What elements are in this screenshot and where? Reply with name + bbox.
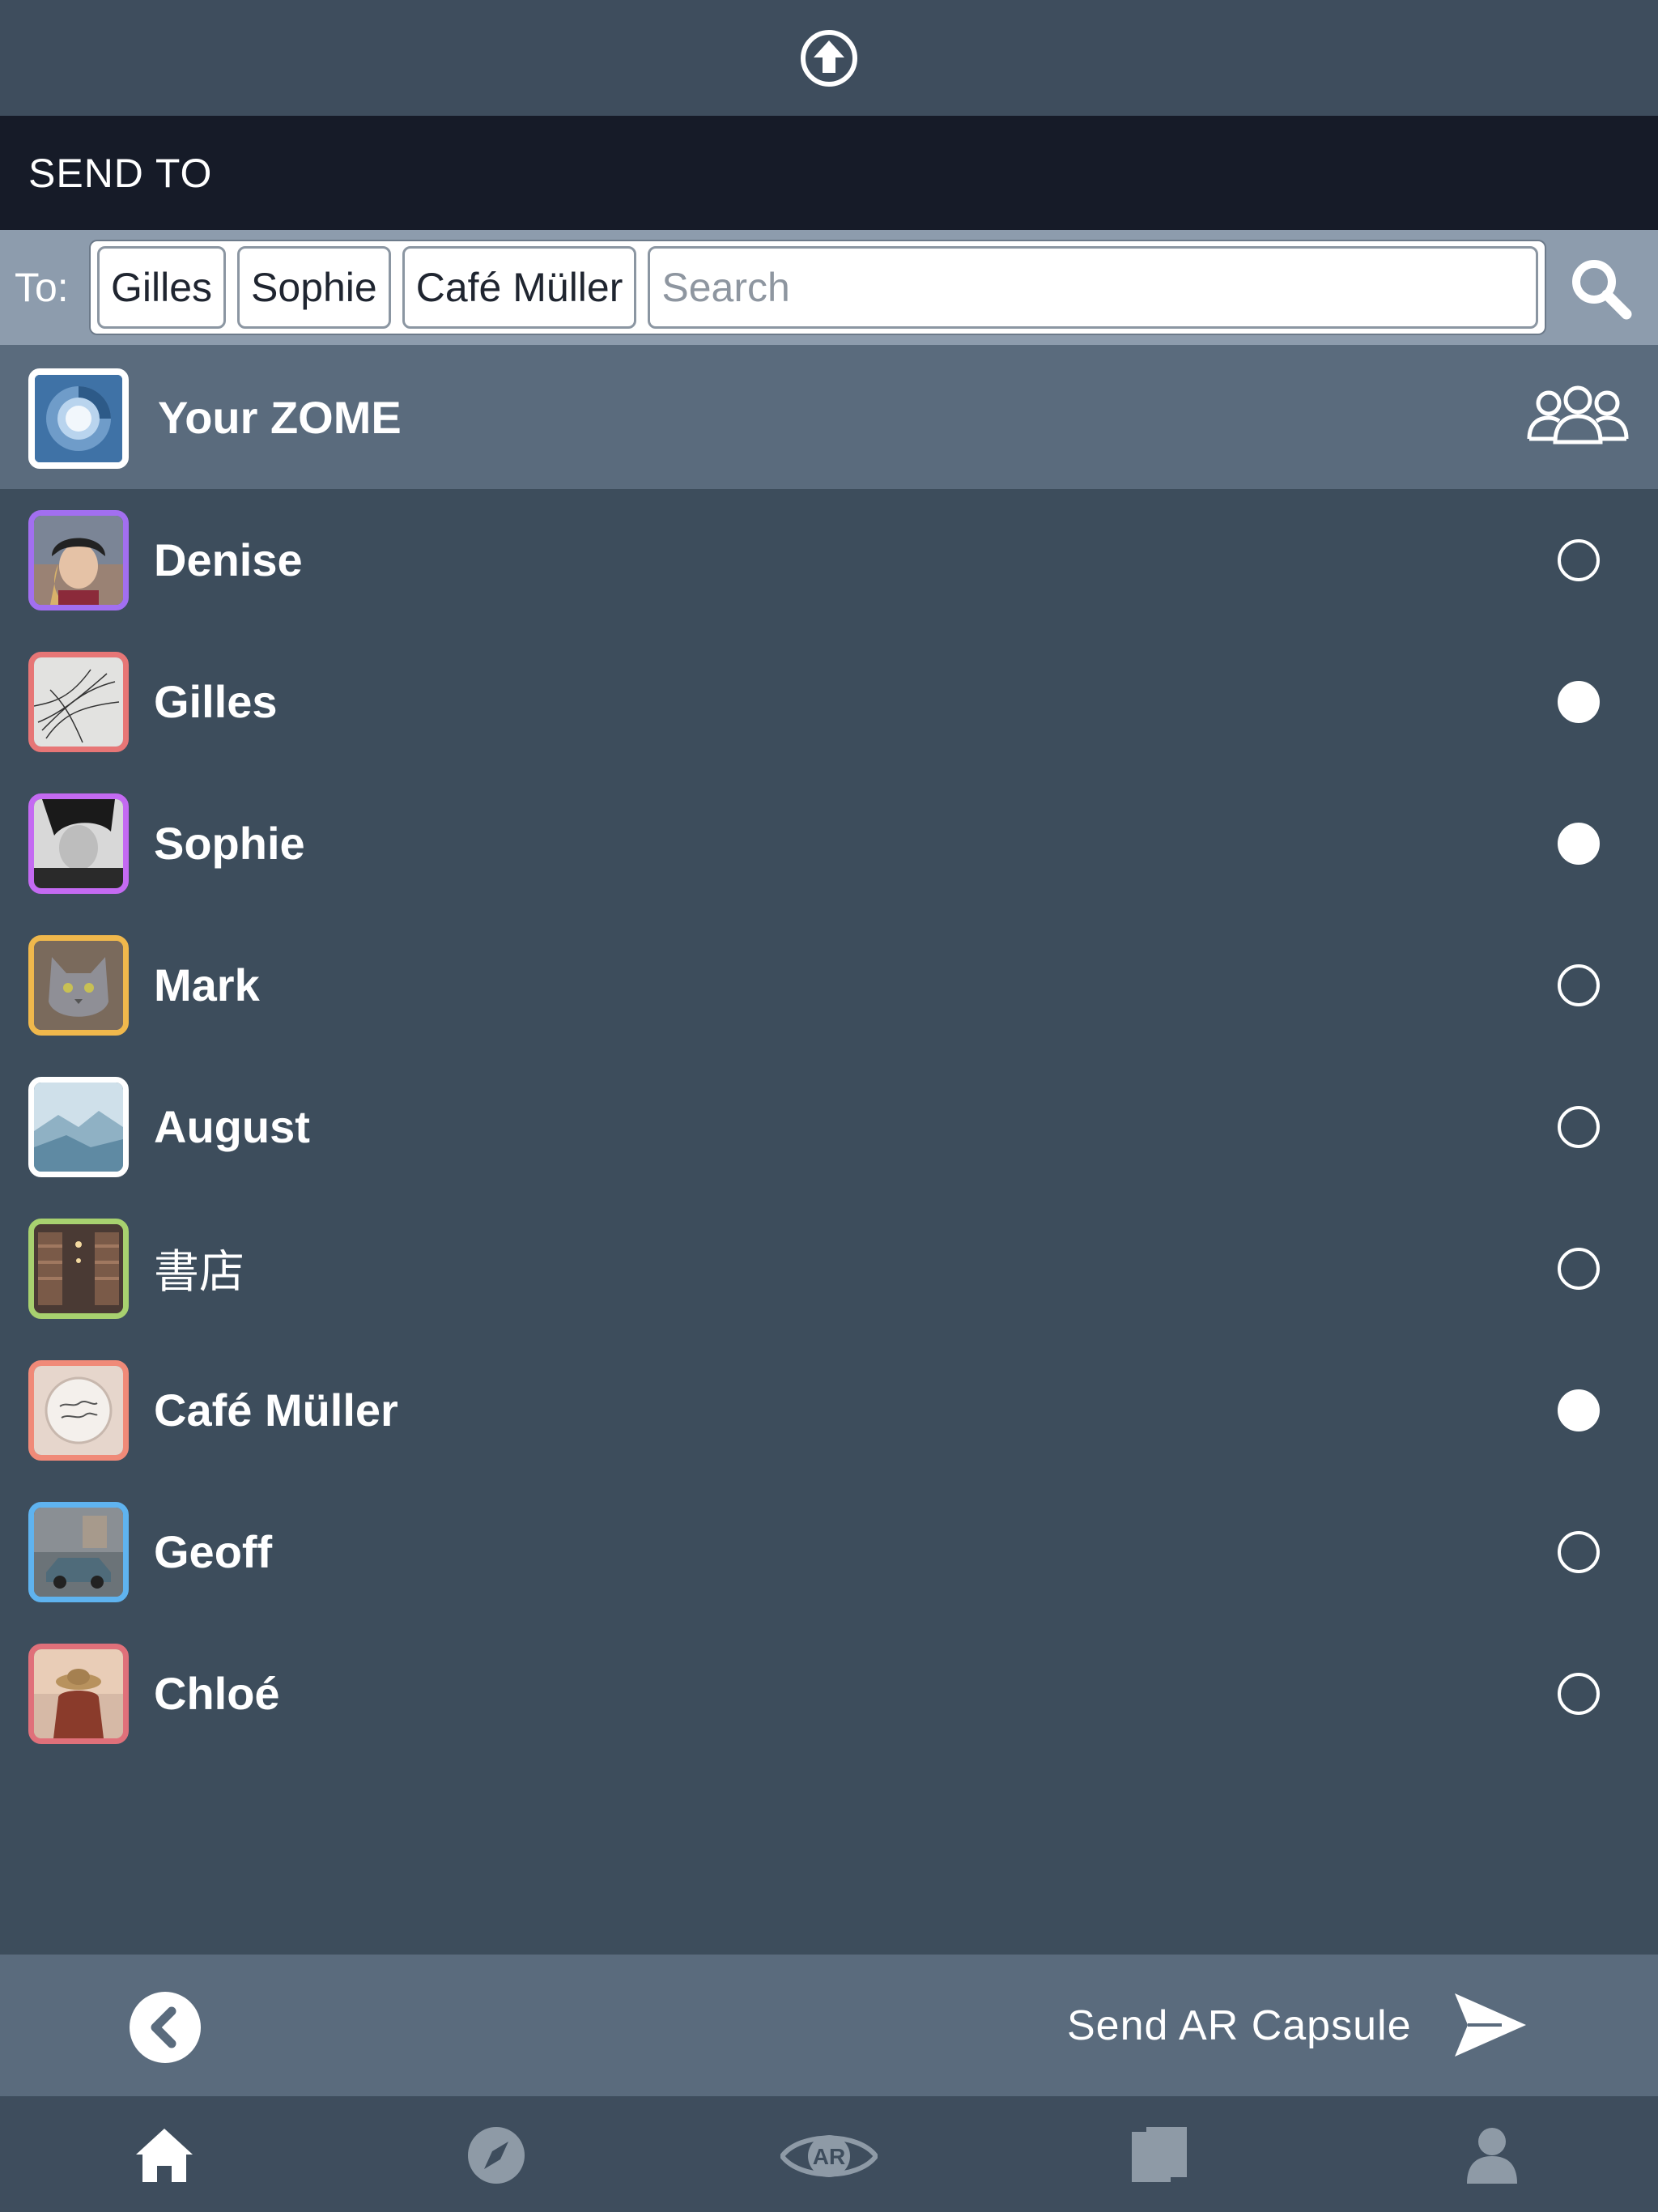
home-icon[interactable] xyxy=(134,2125,194,2185)
recipient-chip[interactable]: Gilles xyxy=(97,246,227,329)
back-icon[interactable] xyxy=(130,1992,201,2063)
select-radio[interactable] xyxy=(1558,823,1600,865)
contact-name: Sophie xyxy=(154,818,305,869)
avatar xyxy=(28,652,129,752)
contact-name: Geoff xyxy=(154,1526,273,1577)
top-bar xyxy=(0,0,1658,116)
contact-name: Chloé xyxy=(154,1668,280,1719)
contact-row-august[interactable]: August xyxy=(0,1056,1658,1197)
contact-row-mark[interactable]: Mark xyxy=(0,914,1658,1056)
compass-icon[interactable] xyxy=(466,2125,526,2185)
send-label[interactable]: Send AR Capsule xyxy=(1067,1955,1412,2096)
recipient-bar: To: Gilles Sophie Café Müller xyxy=(0,230,1658,345)
avatar xyxy=(28,510,129,610)
select-radio[interactable] xyxy=(1558,681,1600,723)
tab-bar: AR xyxy=(0,2096,1658,2212)
upload-circle-icon[interactable] xyxy=(799,28,859,88)
recipient-chip[interactable]: Sophie xyxy=(237,246,391,329)
ar-eye-icon[interactable]: AR xyxy=(780,2129,878,2184)
page-title: SEND TO xyxy=(0,116,1658,230)
search-icon[interactable] xyxy=(1567,254,1635,322)
recipient-field[interactable]: Gilles Sophie Café Müller xyxy=(89,240,1546,335)
avatar xyxy=(28,1077,129,1177)
recipient-chip[interactable]: Café Müller xyxy=(402,246,637,329)
avatar xyxy=(28,1360,129,1461)
group-icon[interactable] xyxy=(1526,381,1630,445)
select-radio[interactable] xyxy=(1558,1389,1600,1431)
zome-label: Your ZOME xyxy=(158,391,402,443)
avatar xyxy=(28,1219,129,1319)
contact-row-denise[interactable]: Denise xyxy=(0,489,1658,631)
select-radio[interactable] xyxy=(1558,1106,1600,1148)
select-radio[interactable] xyxy=(1558,539,1600,581)
profile-icon[interactable] xyxy=(1462,2125,1522,2185)
contact-row-sophie[interactable]: Sophie xyxy=(0,772,1658,914)
contact-name: Gilles xyxy=(154,676,278,727)
avatar xyxy=(28,1644,129,1744)
contact-row-geoff[interactable]: Geoff xyxy=(0,1481,1658,1623)
select-radio[interactable] xyxy=(1558,1673,1600,1715)
search-input[interactable] xyxy=(648,246,1538,329)
select-radio[interactable] xyxy=(1558,1248,1600,1290)
contact-row-cafe-muller[interactable]: Café Müller xyxy=(0,1339,1658,1481)
avatar xyxy=(28,935,129,1036)
contact-row-gilles[interactable]: Gilles xyxy=(0,631,1658,772)
to-label: To: xyxy=(15,265,69,310)
select-radio[interactable] xyxy=(1558,964,1600,1006)
cards-icon[interactable] xyxy=(1130,2125,1190,2185)
send-icon[interactable] xyxy=(1453,1990,1528,2060)
zome-avatar xyxy=(28,368,129,469)
action-bar: Send AR Capsule xyxy=(0,1955,1658,2096)
zome-row[interactable]: Your ZOME xyxy=(0,345,1658,489)
contact-row-chloe[interactable]: Chloé xyxy=(0,1623,1658,1764)
avatar xyxy=(28,793,129,894)
avatar xyxy=(28,1502,129,1602)
contact-name: Denise xyxy=(154,534,303,585)
contact-name: 書店 xyxy=(154,1246,244,1297)
contact-name: Café Müller xyxy=(154,1385,398,1436)
contact-row-bookstore[interactable]: 書店 xyxy=(0,1197,1658,1339)
select-radio[interactable] xyxy=(1558,1531,1600,1573)
contact-name: August xyxy=(154,1101,310,1152)
contact-name: Mark xyxy=(154,959,260,1010)
svg-text:AR: AR xyxy=(813,2144,845,2169)
